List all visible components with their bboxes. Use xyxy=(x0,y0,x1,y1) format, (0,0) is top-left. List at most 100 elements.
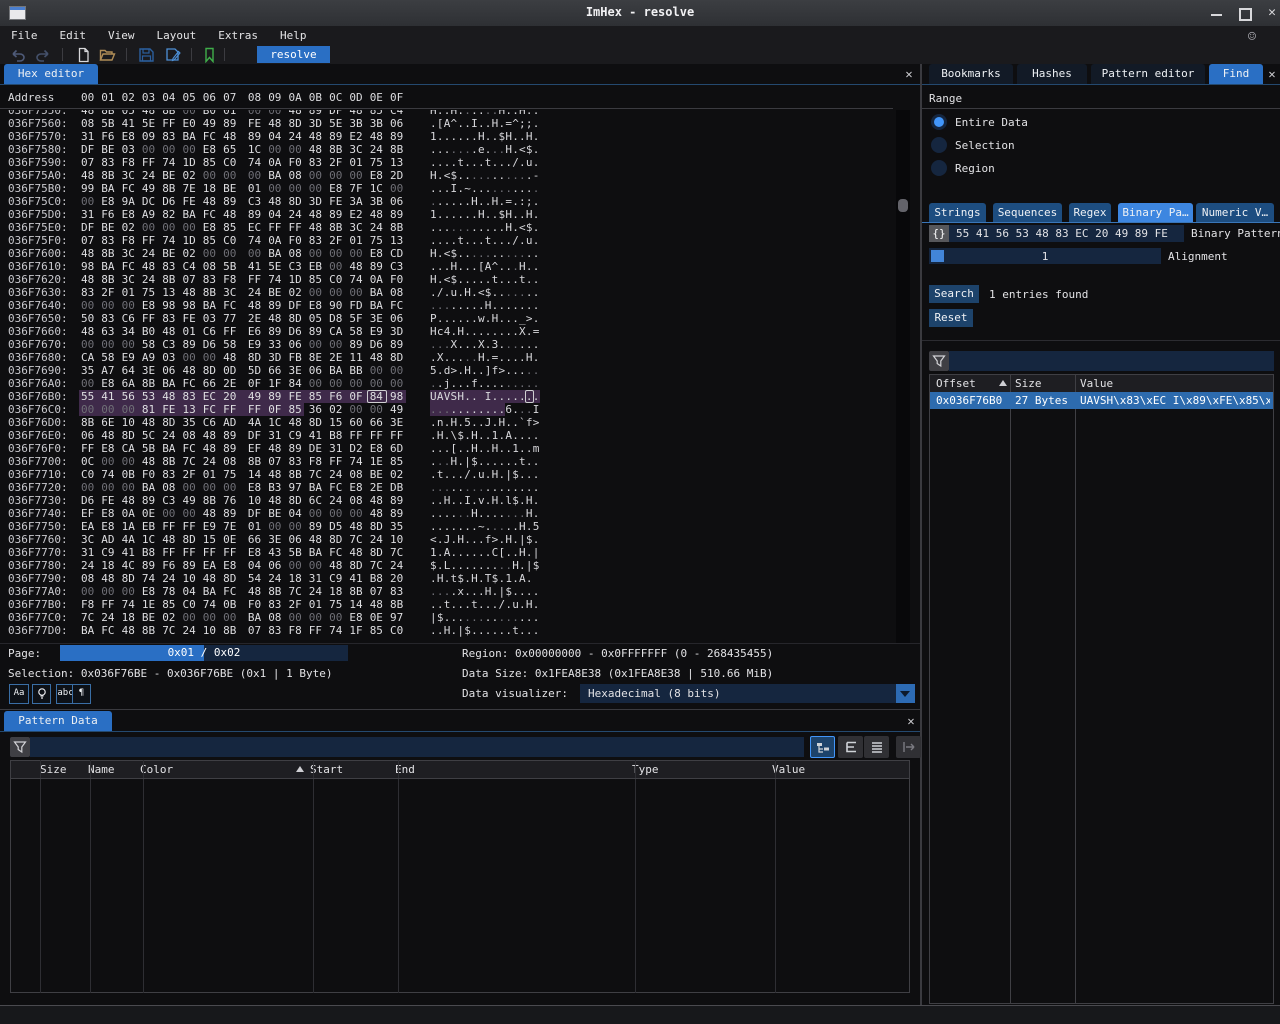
hex-byte[interactable]: 48 xyxy=(183,364,196,377)
hex-byte[interactable]: 85 xyxy=(309,273,322,286)
ascii-char[interactable]: t xyxy=(485,156,492,169)
hex-byte[interactable]: 06 xyxy=(289,533,302,546)
ascii-char[interactable]: . xyxy=(485,273,492,286)
ascii-char[interactable]: $ xyxy=(499,130,506,143)
ascii-char[interactable]: u xyxy=(451,286,458,299)
hex-byte[interactable]: BE xyxy=(142,611,155,624)
ascii-char[interactable]: . xyxy=(430,598,437,611)
hex-byte[interactable]: 5C xyxy=(142,429,155,442)
ascii-char[interactable]: . xyxy=(478,117,485,130)
ascii-char[interactable]: H xyxy=(492,117,499,130)
footer-toggle-bulb-icon[interactable] xyxy=(32,684,51,704)
ascii-char[interactable]: . xyxy=(464,533,471,546)
hex-byte[interactable]: 63 xyxy=(101,325,114,338)
ascii-char[interactable]: H xyxy=(512,559,519,572)
ascii-char[interactable]: . xyxy=(464,110,471,117)
hex-byte[interactable]: 06 xyxy=(81,429,94,442)
hex-byte[interactable]: 8D xyxy=(248,351,261,364)
hex-byte[interactable]: 3C xyxy=(122,247,135,260)
ascii-char[interactable]: . xyxy=(471,182,478,195)
hex-byte[interactable]: 3E xyxy=(370,312,383,325)
ascii-char[interactable]: A xyxy=(519,572,526,585)
hex-byte[interactable]: 41 xyxy=(122,546,135,559)
hex-byte[interactable]: 00 xyxy=(268,143,281,156)
ascii-char[interactable]: . xyxy=(444,338,451,351)
ascii-char[interactable]: < xyxy=(519,143,526,156)
ascii-char[interactable]: . xyxy=(464,507,471,520)
hex-byte[interactable]: 48 xyxy=(142,110,155,117)
ascii-char[interactable]: . xyxy=(512,364,519,377)
hex-byte[interactable]: 24 xyxy=(162,429,175,442)
ascii-char[interactable]: . xyxy=(478,572,485,585)
hex-byte[interactable]: 2D xyxy=(390,169,403,182)
hex-byte[interactable]: 8B xyxy=(390,598,403,611)
ascii-char[interactable]: f xyxy=(485,533,492,546)
ascii-char[interactable]: . xyxy=(444,143,451,156)
ascii-char[interactable]: . xyxy=(492,520,499,533)
feedback-smiley-icon[interactable]: ☺ xyxy=(1243,28,1261,46)
ascii-char[interactable]: H xyxy=(430,247,437,260)
hex-byte[interactable]: BA xyxy=(370,299,383,312)
hex-byte[interactable]: BE xyxy=(370,468,383,481)
ascii-char[interactable]: . xyxy=(478,507,485,520)
ascii-char[interactable]: . xyxy=(457,195,464,208)
tab-pattern-editor[interactable]: Pattern editor xyxy=(1091,64,1205,84)
ascii-char[interactable]: . xyxy=(485,507,492,520)
ascii-char[interactable]: . xyxy=(471,416,478,429)
ascii-char[interactable]: . xyxy=(492,559,499,572)
hex-byte[interactable]: F8 xyxy=(289,624,302,637)
hex-byte[interactable]: CA xyxy=(122,442,135,455)
hex-byte[interactable]: 49 xyxy=(390,403,403,416)
hex-byte[interactable]: 00 xyxy=(183,351,196,364)
hex-byte[interactable]: 00 xyxy=(122,338,135,351)
hex-byte[interactable]: 98 xyxy=(390,390,403,403)
ascii-char[interactable]: . xyxy=(437,598,444,611)
hex-byte[interactable]: 31 xyxy=(329,442,342,455)
hex-byte[interactable]: 06 xyxy=(309,364,322,377)
ascii-char[interactable]: . xyxy=(512,169,519,182)
hex-byte[interactable]: 64 xyxy=(122,364,135,377)
ascii-char[interactable]: . xyxy=(451,468,458,481)
ascii-char[interactable]: . xyxy=(471,312,478,325)
hex-byte[interactable]: 84 xyxy=(289,377,302,390)
hex-byte[interactable]: 0F xyxy=(248,377,261,390)
hex-byte[interactable]: 83 xyxy=(81,286,94,299)
hex-byte[interactable]: 48 xyxy=(268,442,281,455)
hex-byte[interactable]: 58 xyxy=(349,325,362,338)
hex-byte[interactable]: 48 xyxy=(370,494,383,507)
hex-byte[interactable]: D6 xyxy=(203,338,216,351)
ascii-char[interactable]: . xyxy=(471,624,478,637)
hex-byte[interactable]: C3 xyxy=(390,260,403,273)
hex-byte[interactable]: 48 xyxy=(122,494,135,507)
hex-byte[interactable]: FF xyxy=(370,429,383,442)
ascii-char[interactable]: H xyxy=(430,169,437,182)
hex-byte[interactable]: 00 xyxy=(101,338,114,351)
ascii-char[interactable]: . xyxy=(478,182,485,195)
hex-byte[interactable]: 24 xyxy=(329,494,342,507)
ascii-char[interactable]: . xyxy=(533,208,540,221)
hex-byte[interactable]: 00 xyxy=(329,260,342,273)
ascii-char[interactable]: . xyxy=(457,455,464,468)
hex-byte[interactable]: 48 xyxy=(309,130,322,143)
hex-byte[interactable]: FE xyxy=(162,403,175,416)
hex-byte[interactable]: 8D xyxy=(289,312,302,325)
ascii-char[interactable]: $ xyxy=(492,572,499,585)
ascii-char[interactable]: H xyxy=(505,143,512,156)
hex-byte[interactable]: F8 xyxy=(122,234,135,247)
ascii-char[interactable]: . xyxy=(457,273,464,286)
ascii-char[interactable]: . xyxy=(444,208,451,221)
hex-byte[interactable]: 48 xyxy=(81,325,94,338)
ascii-char[interactable]: $ xyxy=(430,559,437,572)
ascii-char[interactable]: . xyxy=(478,234,485,247)
hex-byte[interactable]: 00 xyxy=(289,611,302,624)
hex-byte[interactable]: 8D xyxy=(183,533,196,546)
ascii-char[interactable]: ~ xyxy=(464,182,471,195)
hex-byte[interactable]: 24 xyxy=(370,221,383,234)
ascii-char[interactable]: . xyxy=(499,273,506,286)
ascii-char[interactable]: . xyxy=(437,507,444,520)
hex-byte[interactable]: E8 xyxy=(370,247,383,260)
hex-byte[interactable]: DC xyxy=(142,195,155,208)
hex-byte[interactable]: 2F xyxy=(101,286,114,299)
ascii-char[interactable]: . xyxy=(430,494,437,507)
ascii-char[interactable]: . xyxy=(533,110,540,117)
